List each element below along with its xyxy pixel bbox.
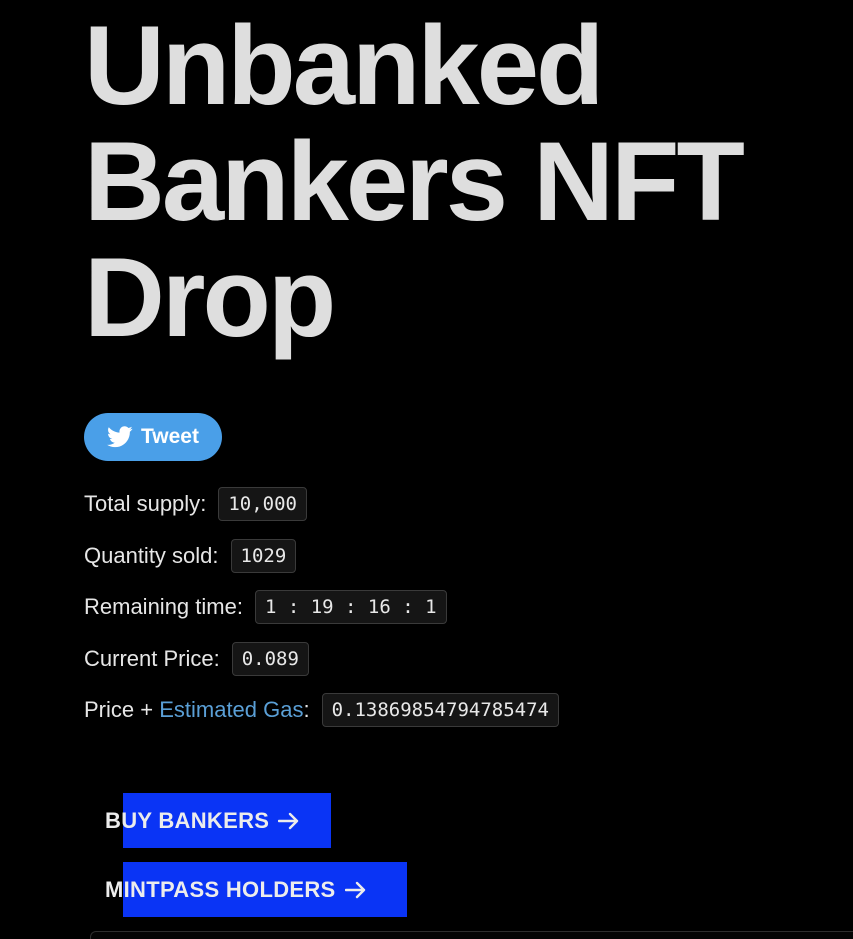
price-estimated-gas-row: Price + Estimated Gas: 0.138698547947854…	[84, 692, 784, 728]
price-plus-label: Price +	[84, 697, 160, 722]
quantity-sold-label: Quantity sold	[84, 542, 213, 568]
mintpass-holders-button-label: MINTPASS HOLDERS	[105, 876, 336, 902]
next-section-edge	[90, 931, 853, 939]
current-price-label: Current Price	[84, 645, 214, 671]
total-supply-label: Total supply	[84, 491, 201, 516]
page-title-line-1: Unbanked	[84, 3, 604, 128]
remaining-time-value: 1 : 19 : 16 : 1	[254, 590, 447, 624]
quantity-sold-row: Quantity sold: 1029	[84, 538, 784, 574]
tweet-button-label: Tweet	[141, 425, 199, 448]
arrow-right-icon	[278, 812, 300, 830]
current-price-row: Current Price: 0.089	[84, 641, 784, 677]
nft-drop-page: Unbanked Bankers NFT Drop Tweet Total su…	[0, 0, 853, 939]
price-estimated-gas-value: 0.13869854794785474	[321, 693, 559, 727]
tweet-button[interactable]: Tweet	[84, 413, 222, 461]
drop-stats: Total supply: 10,000 Quantity sold: 1029…	[84, 486, 784, 744]
twitter-bird-icon	[107, 426, 133, 448]
estimated-gas-link[interactable]: Estimated Gas	[159, 697, 303, 723]
page-title: Unbanked Bankers NFT Drop	[84, 8, 844, 356]
page-title-line-2: Bankers NFT	[84, 119, 745, 244]
total-supply-value: 10,000	[218, 487, 307, 521]
quantity-sold-value: 1029	[230, 538, 297, 573]
buy-bankers-button-label: BUY BANKERS	[105, 807, 270, 833]
buy-bankers-button[interactable]: BUY BANKERS	[105, 793, 331, 848]
page-title-line-3: Drop	[84, 235, 336, 360]
total-supply-row: Total supply: 10,000	[84, 486, 784, 522]
remaining-time-label: Remaining time	[84, 594, 237, 619]
remaining-time-row: Remaining time: 1 : 19 : 16 : 1	[84, 589, 784, 625]
mintpass-holders-button[interactable]: MINTPASS HOLDERS	[105, 862, 407, 917]
arrow-right-icon	[344, 881, 367, 899]
current-price-value: 0.089	[231, 641, 309, 676]
